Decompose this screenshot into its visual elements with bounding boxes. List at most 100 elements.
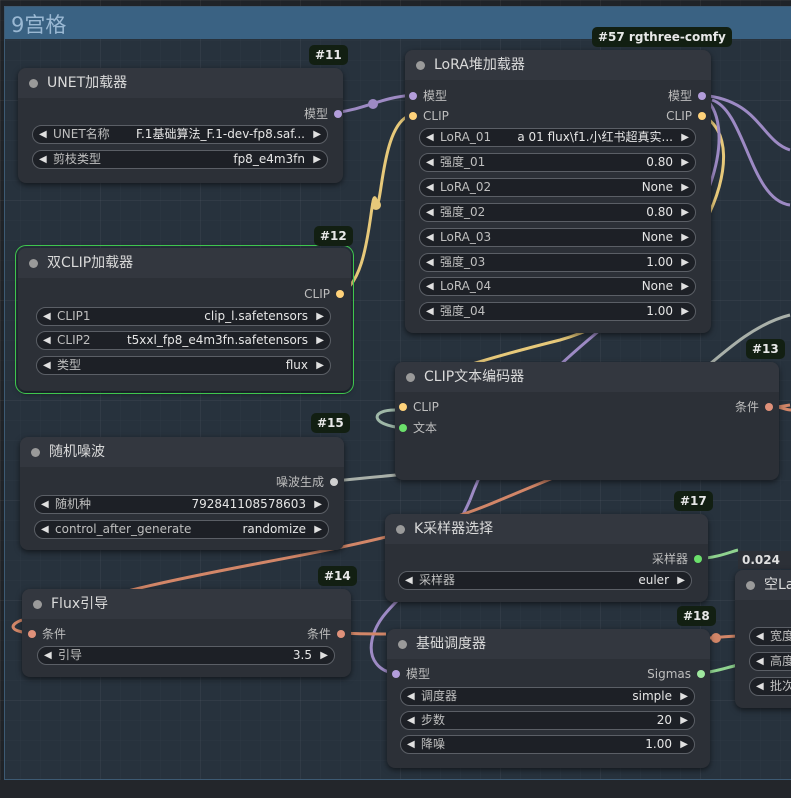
node-title-bar[interactable]: K采样器选择: [385, 514, 708, 544]
pin-sigmas-icon[interactable]: [697, 670, 705, 678]
input-clip[interactable]: CLIP: [409, 108, 449, 124]
output-clip[interactable]: CLIP: [666, 108, 706, 124]
input-text[interactable]: 文本: [399, 420, 437, 436]
arrow-left-icon[interactable]: ◀: [39, 126, 47, 143]
widget-control-after-generate[interactable]: ◀ control_after_generate randomize ▶: [34, 520, 329, 539]
output-conditioning[interactable]: 条件: [307, 626, 345, 642]
pin-conditioning-icon[interactable]: [765, 403, 773, 411]
node-title-bar[interactable]: 基础调度器: [387, 629, 710, 659]
widget-strength-01[interactable]: ◀ 强度_01 0.80 ▶: [419, 153, 696, 172]
input-model[interactable]: 模型: [392, 666, 430, 682]
widget-steps[interactable]: ◀ 步数 20 ▶: [400, 711, 695, 730]
arrow-left-icon[interactable]: ◀: [43, 357, 51, 374]
widget-width[interactable]: ◀ 宽度: [749, 627, 791, 646]
arrow-left-icon[interactable]: ◀: [405, 572, 413, 589]
node-flux-guidance[interactable]: Flux引导 条件 条件 ◀ 引导 3.5 ▶: [22, 589, 351, 677]
arrow-right-icon[interactable]: ▶: [680, 688, 688, 705]
arrow-left-icon[interactable]: ◀: [426, 278, 434, 295]
pin-clip-icon[interactable]: [399, 403, 407, 411]
arrow-right-icon[interactable]: ▶: [316, 308, 324, 325]
node-title-bar[interactable]: LoRA堆加载器: [405, 50, 711, 80]
pin-conditioning-icon[interactable]: [28, 630, 36, 638]
output-model[interactable]: 模型: [304, 106, 342, 122]
collapse-dot-icon[interactable]: [29, 79, 38, 88]
node-dual-clip-loader[interactable]: 双CLIP加载器 CLIP ◀ CLIP1 clip_l.safetensors ▶ …: [15, 245, 354, 394]
collapse-dot-icon[interactable]: [31, 448, 40, 457]
arrow-right-icon[interactable]: ▶: [681, 278, 689, 295]
output-conditioning[interactable]: 条件: [735, 399, 773, 415]
widget-lora-01[interactable]: ◀ LoRA_01 a 01 flux\f1.小红书超真实... ▶: [419, 128, 696, 147]
output-clip[interactable]: CLIP: [304, 286, 344, 302]
arrow-left-icon[interactable]: ◀: [44, 647, 52, 664]
collapse-dot-icon[interactable]: [29, 259, 38, 268]
widget-lora-04[interactable]: ◀ LoRA_04 None ▶: [419, 277, 696, 296]
arrow-left-icon[interactable]: ◀: [43, 308, 51, 325]
arrow-left-icon[interactable]: ◀: [407, 736, 415, 753]
node-title-bar[interactable]: 双CLIP加载器: [18, 248, 351, 278]
widget-lora-02[interactable]: ◀ LoRA_02 None ▶: [419, 178, 696, 197]
widget-batch[interactable]: ◀ 批次: [749, 677, 791, 696]
pin-clip-icon[interactable]: [336, 290, 344, 298]
output-model[interactable]: 模型: [668, 88, 706, 104]
arrow-right-icon[interactable]: ▶: [681, 229, 689, 246]
widget-scheduler[interactable]: ◀ 调度器 simple ▶: [400, 687, 695, 706]
arrow-left-icon[interactable]: ◀: [41, 521, 49, 538]
output-sampler[interactable]: 采样器: [652, 551, 702, 567]
arrow-right-icon[interactable]: ▶: [681, 179, 689, 196]
pin-model-icon[interactable]: [698, 92, 706, 100]
pin-noise-icon[interactable]: [330, 478, 338, 486]
node-lora-stack[interactable]: LoRA堆加载器 模型 CLIP 模型 CLIP ◀ LoRA_01 a 01 fl…: [405, 50, 711, 333]
collapse-dot-icon[interactable]: [396, 525, 405, 534]
node-clip-text-encode[interactable]: CLIP文本编码器 CLIP 文本 条件: [395, 362, 779, 480]
node-basic-scheduler[interactable]: 基础调度器 模型 Sigmas ◀ 调度器 simple ▶ ◀ 步数 20 ▶ ◀ 降噪 1.…: [387, 629, 710, 768]
arrow-left-icon[interactable]: ◀: [756, 653, 764, 670]
collapse-dot-icon[interactable]: [746, 581, 755, 590]
arrow-right-icon[interactable]: ▶: [681, 254, 689, 271]
arrow-left-icon[interactable]: ◀: [407, 712, 415, 729]
widget-strength-04[interactable]: ◀ 强度_04 1.00 ▶: [419, 302, 696, 321]
arrow-right-icon[interactable]: ▶: [316, 332, 324, 349]
widget-height[interactable]: ◀ 高度: [749, 652, 791, 671]
arrow-left-icon[interactable]: ◀: [43, 332, 51, 349]
pin-model-icon[interactable]: [392, 670, 400, 678]
widget-guidance[interactable]: ◀ 引导 3.5 ▶: [37, 646, 335, 665]
arrow-right-icon[interactable]: ▶: [681, 129, 689, 146]
arrow-right-icon[interactable]: ▶: [680, 712, 688, 729]
arrow-left-icon[interactable]: ◀: [407, 688, 415, 705]
arrow-right-icon[interactable]: ▶: [313, 126, 321, 143]
arrow-right-icon[interactable]: ▶: [320, 647, 328, 664]
arrow-right-icon[interactable]: ▶: [681, 204, 689, 221]
widget-clip2[interactable]: ◀ CLIP2 t5xxl_fp8_e4m3fn.safetensors ▶: [36, 331, 331, 350]
pin-text-icon[interactable]: [399, 424, 407, 432]
collapse-dot-icon[interactable]: [406, 373, 415, 382]
widget-lora-03[interactable]: ◀ LoRA_03 None ▶: [419, 228, 696, 247]
output-sigmas[interactable]: Sigmas: [647, 666, 705, 682]
input-conditioning[interactable]: 条件: [28, 626, 66, 642]
input-model[interactable]: 模型: [409, 88, 447, 104]
pin-model-icon[interactable]: [334, 110, 342, 118]
widget-clip1[interactable]: ◀ CLIP1 clip_l.safetensors ▶: [36, 307, 331, 326]
widget-strength-02[interactable]: ◀ 强度_02 0.80 ▶: [419, 203, 696, 222]
collapse-dot-icon[interactable]: [33, 600, 42, 609]
arrow-right-icon[interactable]: ▶: [316, 357, 324, 374]
node-title-bar[interactable]: Flux引导: [22, 589, 351, 619]
arrow-left-icon[interactable]: ◀: [426, 154, 434, 171]
node-unet-loader[interactable]: UNET加载器 模型 ◀ UNET名称 F.1基础算法_F.1-dev-fp8.…: [18, 68, 343, 183]
arrow-right-icon[interactable]: ▶: [314, 496, 322, 513]
widget-unet-name[interactable]: ◀ UNET名称 F.1基础算法_F.1-dev-fp8.saf... ▶: [32, 125, 328, 144]
pin-clip-icon[interactable]: [409, 112, 417, 120]
widget-sampler-name[interactable]: ◀ 采样器 euler ▶: [398, 571, 692, 590]
arrow-right-icon[interactable]: ▶: [681, 303, 689, 320]
node-title-bar[interactable]: UNET加载器: [18, 68, 343, 98]
widget-strength-03[interactable]: ◀ 强度_03 1.00 ▶: [419, 253, 696, 272]
node-title-bar[interactable]: 随机噪波: [20, 437, 344, 467]
arrow-left-icon[interactable]: ◀: [426, 303, 434, 320]
arrow-right-icon[interactable]: ▶: [681, 154, 689, 171]
arrow-left-icon[interactable]: ◀: [426, 254, 434, 271]
pin-conditioning-icon[interactable]: [337, 630, 345, 638]
node-title-bar[interactable]: CLIP文本编码器: [395, 362, 779, 392]
arrow-left-icon[interactable]: ◀: [756, 628, 764, 645]
arrow-right-icon[interactable]: ▶: [680, 736, 688, 753]
pin-clip-icon[interactable]: [698, 112, 706, 120]
node-empty-latent[interactable]: 空La ◀ 宽度 ◀ 高度 ◀ 批次: [735, 570, 791, 708]
